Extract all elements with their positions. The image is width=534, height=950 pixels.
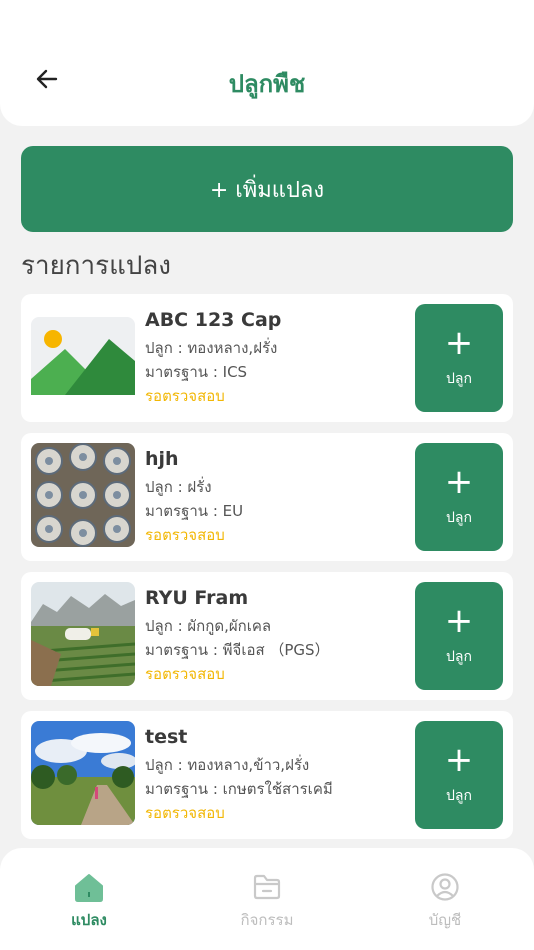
nav-item-plots[interactable]: แปลง	[29, 872, 149, 932]
plot-name: RYU Fram	[145, 587, 249, 609]
plant-button[interactable]: + ปลูก	[415, 443, 503, 551]
status-badge: รอตรวจสอบ	[145, 526, 225, 544]
plot-info: test ปลูก : ทองหลาง,ข้าว,ฝรั่ง มาตรฐาน :…	[145, 725, 405, 825]
plot-crop: ปลูก : ทองหลาง,ข้าว,ฝรั่ง	[145, 756, 310, 774]
plot-info: hjh ปลูก : ฝรั่ง มาตรฐาน : EU รอตรวจสอบ	[145, 447, 405, 547]
page-title: ปลูกพืช	[228, 70, 306, 98]
plot-name: test	[145, 726, 188, 748]
plant-button-label: ปลูก	[446, 371, 472, 387]
bottom-nav: แปลง กิจกรรม บัญชี	[0, 848, 534, 950]
plant-button[interactable]: + ปลูก	[415, 582, 503, 690]
placeholder-image-icon	[31, 317, 135, 421]
plot-crop: ปลูก : ทองหลาง,ฝรั่ง	[145, 339, 278, 357]
plant-button[interactable]: + ปลูก	[415, 304, 503, 412]
section-title: รายการแปลง	[21, 251, 171, 281]
nav-item-account[interactable]: บัญชี	[385, 872, 505, 932]
plot-list: ABC 123 Cap ปลูก : ทองหลาง,ฝรั่ง มาตรฐาน…	[21, 294, 513, 850]
add-plot-button[interactable]: + เพิ่มแปลง	[21, 146, 513, 232]
plot-standard: มาตรฐาน : เกษตรใช้สารเคมี	[145, 780, 333, 798]
farm-photo	[31, 582, 135, 686]
status-badge: รอตรวจสอบ	[145, 665, 225, 683]
plot-card[interactable]: ABC 123 Cap ปลูก : ทองหลาง,ฝรั่ง มาตรฐาน…	[21, 294, 513, 422]
plant-button[interactable]: + ปลูก	[415, 721, 503, 829]
app-header: ปลูกพืช	[0, 0, 534, 126]
home-icon	[75, 874, 103, 902]
plant-button-label: ปลูก	[446, 788, 472, 804]
nav-item-activities[interactable]: กิจกรรม	[207, 872, 327, 932]
plot-name: hjh	[145, 448, 179, 470]
tile-pattern-photo	[31, 443, 135, 547]
folder-icon	[253, 874, 281, 900]
plot-name: ABC 123 Cap	[145, 309, 282, 331]
plus-icon: +	[444, 462, 474, 502]
plus-icon: +	[444, 323, 474, 363]
plot-standard: มาตรฐาน : พีจีเอส （PGS）	[145, 641, 330, 659]
status-badge: รอตรวจสอบ	[145, 804, 225, 822]
plus-icon: +	[444, 601, 474, 641]
status-badge: รอตรวจสอบ	[145, 387, 225, 405]
plot-crop: ปลูก : ฝรั่ง	[145, 478, 212, 496]
user-circle-icon	[431, 873, 459, 901]
plot-standard: มาตรฐาน : EU	[145, 502, 244, 520]
plot-card[interactable]: RYU Fram ปลูก : ผักกูด,ผักเคล มาตรฐาน : …	[21, 572, 513, 700]
nav-label-plots: แปลง	[71, 911, 107, 929]
plot-info: ABC 123 Cap ปลูก : ทองหลาง,ฝรั่ง มาตรฐาน…	[145, 308, 405, 408]
plot-card[interactable]: hjh ปลูก : ฝรั่ง มาตรฐาน : EU รอตรวจสอบ …	[21, 433, 513, 561]
nav-label-account: บัญชี	[428, 911, 462, 929]
plot-crop: ปลูก : ผักกูด,ผักเคล	[145, 617, 272, 635]
nav-label-activities: กิจกรรม	[240, 911, 294, 929]
plot-info: RYU Fram ปลูก : ผักกูด,ผักเคล มาตรฐาน : …	[145, 586, 405, 686]
plus-icon: +	[444, 740, 474, 780]
plant-button-label: ปลูก	[446, 649, 472, 665]
plot-standard: มาตรฐาน : ICS	[145, 363, 248, 381]
plant-button-label: ปลูก	[446, 510, 472, 526]
field-photo	[31, 721, 135, 825]
plot-card[interactable]: test ปลูก : ทองหลาง,ข้าว,ฝรั่ง มาตรฐาน :…	[21, 711, 513, 839]
